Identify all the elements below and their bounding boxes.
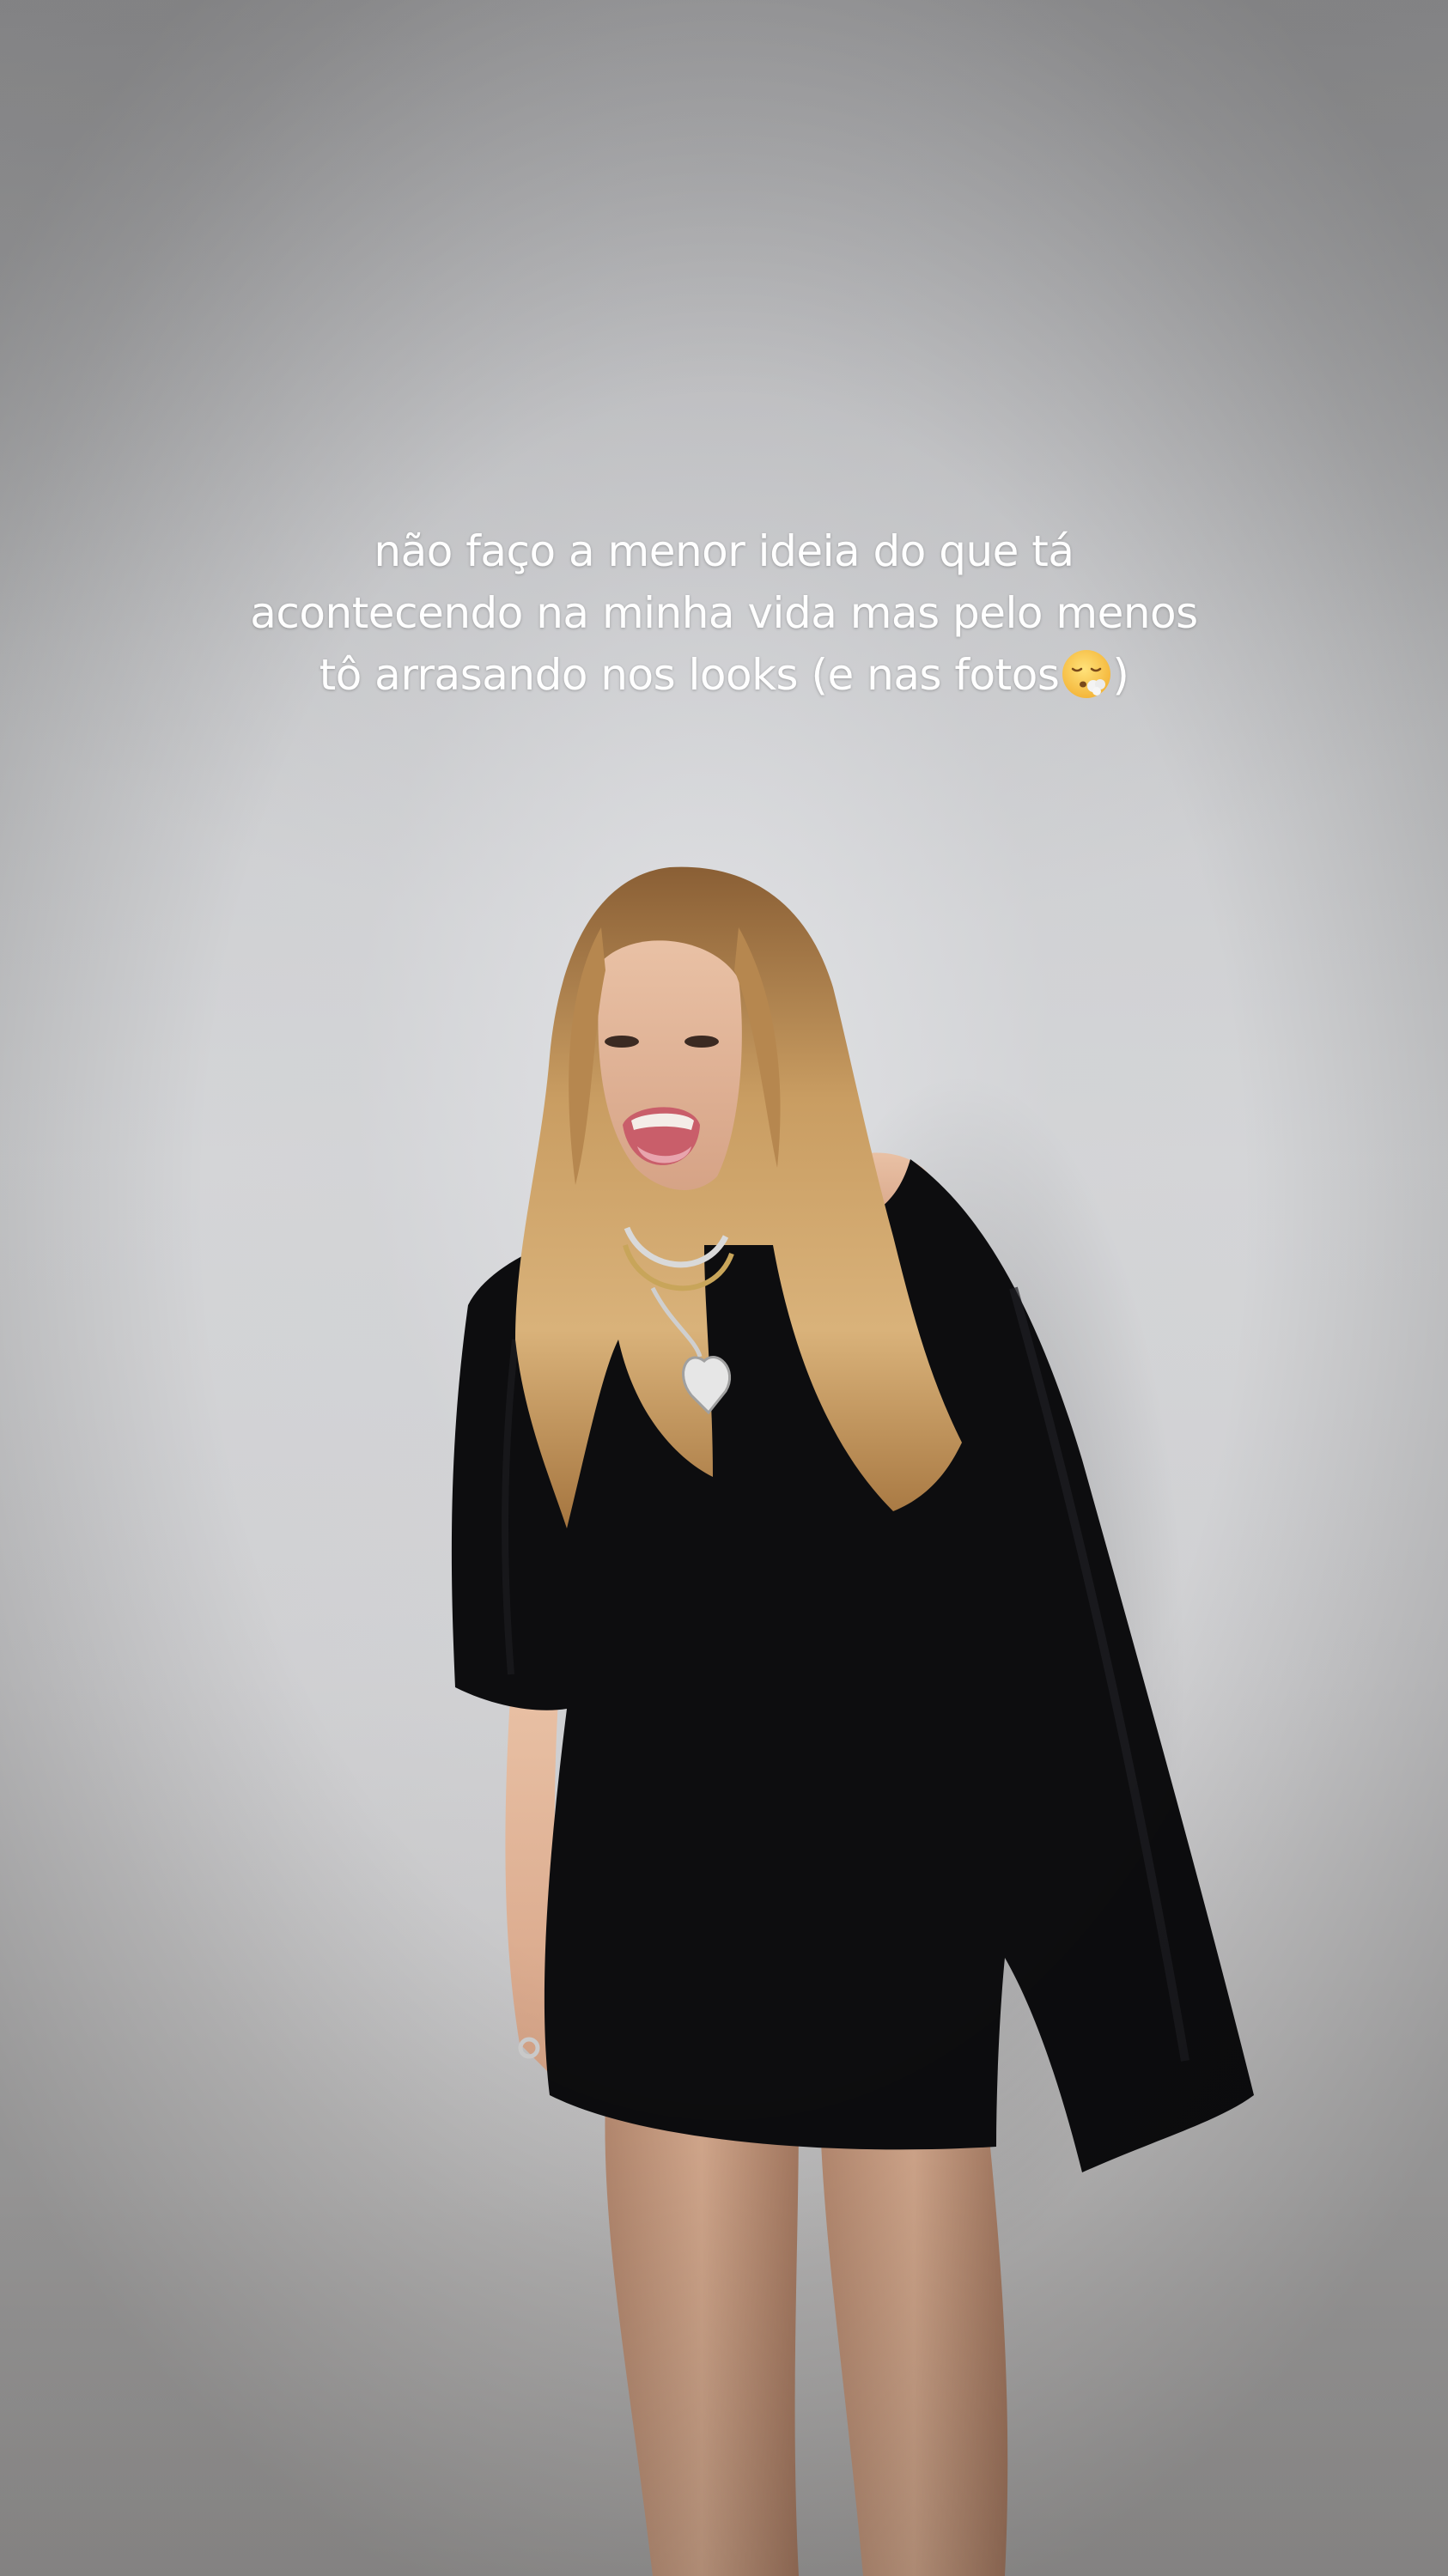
right-eye (684, 1036, 719, 1048)
face-exhaling-icon (1062, 650, 1111, 698)
story-photo: não faço a menor ideia do que tá acontec… (0, 0, 1448, 2576)
story-caption: não faço a menor ideia do que tá acontec… (129, 520, 1319, 706)
left-eye (605, 1036, 639, 1048)
caption-line-1: não faço a menor ideia do que tá (374, 526, 1074, 576)
caption-line-2: acontecendo na minha vida mas pelo menos (250, 588, 1198, 638)
woman-in-black-dress-photo (451, 866, 1254, 2576)
left-leg (605, 2095, 799, 2576)
caption-line-3: tô arrasando nos looks (e nas fotos ) (129, 644, 1319, 706)
caption-line-3-text: tô arrasando nos looks (e nas fotos (319, 650, 1060, 700)
caption-line-3-close: ) (1112, 650, 1129, 700)
right-leg (820, 2121, 1008, 2576)
